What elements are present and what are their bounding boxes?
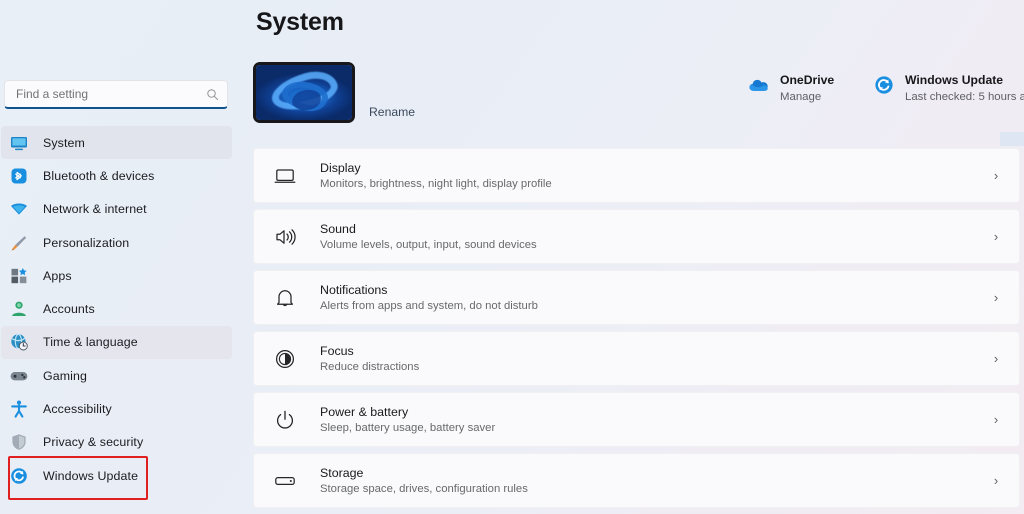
page-title: System bbox=[256, 8, 344, 36]
quick-link-subtitle: Manage bbox=[780, 91, 822, 103]
sidebar-item-network-internet[interactable]: Network & internet bbox=[1, 193, 232, 226]
cloud-icon bbox=[749, 79, 768, 91]
settings-list: Display Monitors, brightness, night ligh… bbox=[253, 148, 1020, 514]
scrollbar-track[interactable] bbox=[1000, 132, 1024, 146]
settings-row-title: Storage bbox=[320, 465, 364, 480]
globe-clock-icon bbox=[9, 332, 29, 352]
settings-row-title: Power & battery bbox=[320, 404, 409, 419]
settings-row-title: Display bbox=[320, 160, 361, 175]
settings-row-notifications[interactable]: Notifications Alerts from apps and syste… bbox=[253, 270, 1020, 325]
chevron-right-icon: › bbox=[993, 351, 999, 366]
person-icon bbox=[9, 299, 29, 319]
search-input[interactable] bbox=[16, 87, 206, 101]
settings-row-storage[interactable]: Storage Storage space, drives, configura… bbox=[253, 453, 1020, 508]
sidebar-item-label: Personalization bbox=[43, 235, 130, 250]
windows-update-icon bbox=[875, 76, 893, 94]
sidebar-item-gaming[interactable]: Gaming bbox=[1, 359, 232, 392]
sidebar-item-apps[interactable]: Apps bbox=[1, 259, 232, 292]
chevron-right-icon: › bbox=[993, 229, 999, 244]
apps-grid-icon bbox=[9, 266, 29, 286]
sidebar-item-label: Privacy & security bbox=[43, 435, 144, 450]
chevron-right-icon: › bbox=[993, 168, 999, 183]
sidebar-item-label: Time & language bbox=[43, 335, 138, 350]
sidebar-item-label: Apps bbox=[43, 268, 72, 283]
rename-button[interactable]: Rename bbox=[369, 105, 415, 119]
sidebar-item-label: Network & internet bbox=[43, 202, 147, 217]
focus-moon-icon bbox=[273, 347, 297, 371]
device-thumbnail[interactable] bbox=[253, 62, 355, 123]
settings-row-sound[interactable]: Sound Volume levels, output, input, soun… bbox=[253, 209, 1020, 264]
quick-link-title: Windows Update bbox=[905, 73, 1004, 87]
settings-row-title: Notifications bbox=[320, 282, 388, 297]
sidebar-item-personalization[interactable]: Personalization bbox=[1, 226, 232, 259]
settings-row-display[interactable]: Display Monitors, brightness, night ligh… bbox=[253, 148, 1020, 203]
settings-row-subtitle: Volume levels, output, input, sound devi… bbox=[320, 238, 537, 251]
gamepad-icon bbox=[9, 366, 29, 386]
wifi-icon bbox=[9, 199, 29, 219]
sidebar-item-label: Accounts bbox=[43, 302, 95, 317]
settings-row-subtitle: Monitors, brightness, night light, displ… bbox=[320, 177, 552, 190]
quick-link-windows-update[interactable]: Windows Update Last checked: 5 hours ago bbox=[873, 72, 1024, 105]
settings-row-subtitle: Alerts from apps and system, do not dist… bbox=[320, 299, 538, 312]
sidebar-item-label: Gaming bbox=[43, 368, 87, 383]
bell-icon bbox=[273, 286, 297, 310]
chevron-right-icon: › bbox=[993, 290, 999, 305]
quick-link-title: OneDrive bbox=[780, 73, 835, 87]
windows-update-icon bbox=[9, 466, 29, 486]
settings-window: System Bluetooth & devices Network & int… bbox=[0, 0, 1024, 514]
sidebar-item-label: System bbox=[43, 135, 85, 150]
main-content: System Rename OneDrive Manage Windows Up… bbox=[233, 0, 1024, 514]
sidebar-nav: System Bluetooth & devices Network & int… bbox=[0, 126, 233, 492]
sidebar-item-label: Windows Update bbox=[43, 468, 139, 483]
search-icon bbox=[207, 88, 219, 100]
settings-row-focus[interactable]: Focus Reduce distractions › bbox=[253, 331, 1020, 386]
sidebar-item-windows-update[interactable]: Windows Update bbox=[1, 459, 232, 492]
sidebar-item-time-language[interactable]: Time & language bbox=[1, 325, 232, 360]
storage-drive-icon bbox=[273, 469, 297, 493]
settings-row-power-battery[interactable]: Power & battery Sleep, battery usage, ba… bbox=[253, 392, 1020, 447]
settings-row-title: Sound bbox=[320, 221, 356, 236]
power-icon bbox=[273, 408, 297, 432]
sidebar-item-system[interactable]: System bbox=[1, 126, 232, 160]
accessibility-icon bbox=[9, 399, 29, 419]
quick-link-onedrive[interactable]: OneDrive Manage bbox=[748, 72, 834, 105]
sidebar-item-label: Bluetooth & devices bbox=[43, 168, 155, 183]
chevron-right-icon: › bbox=[993, 473, 999, 488]
settings-row-subtitle: Storage space, drives, configuration rul… bbox=[320, 482, 528, 495]
quick-link-subtitle: Last checked: 5 hours ago bbox=[905, 91, 1024, 103]
search-box[interactable] bbox=[4, 80, 228, 109]
display-monitor-icon bbox=[273, 164, 297, 188]
sidebar-item-accessibility[interactable]: Accessibility bbox=[1, 392, 232, 425]
sidebar-item-accounts[interactable]: Accounts bbox=[1, 292, 232, 325]
settings-row-subtitle: Sleep, battery usage, battery saver bbox=[320, 421, 496, 434]
speaker-sound-icon bbox=[273, 225, 297, 249]
chevron-right-icon: › bbox=[993, 412, 999, 427]
sidebar-item-privacy-security[interactable]: Privacy & security bbox=[1, 426, 232, 459]
sidebar-item-label: Accessibility bbox=[43, 402, 112, 417]
shield-icon bbox=[9, 432, 29, 452]
settings-row-title: Focus bbox=[320, 343, 354, 358]
settings-row-subtitle: Reduce distractions bbox=[320, 360, 420, 373]
sidebar-item-bluetooth-devices[interactable]: Bluetooth & devices bbox=[1, 159, 232, 192]
paintbrush-icon bbox=[9, 233, 29, 253]
sidebar: System Bluetooth & devices Network & int… bbox=[0, 0, 233, 514]
monitor-icon bbox=[9, 133, 29, 153]
bluetooth-icon bbox=[9, 166, 29, 186]
